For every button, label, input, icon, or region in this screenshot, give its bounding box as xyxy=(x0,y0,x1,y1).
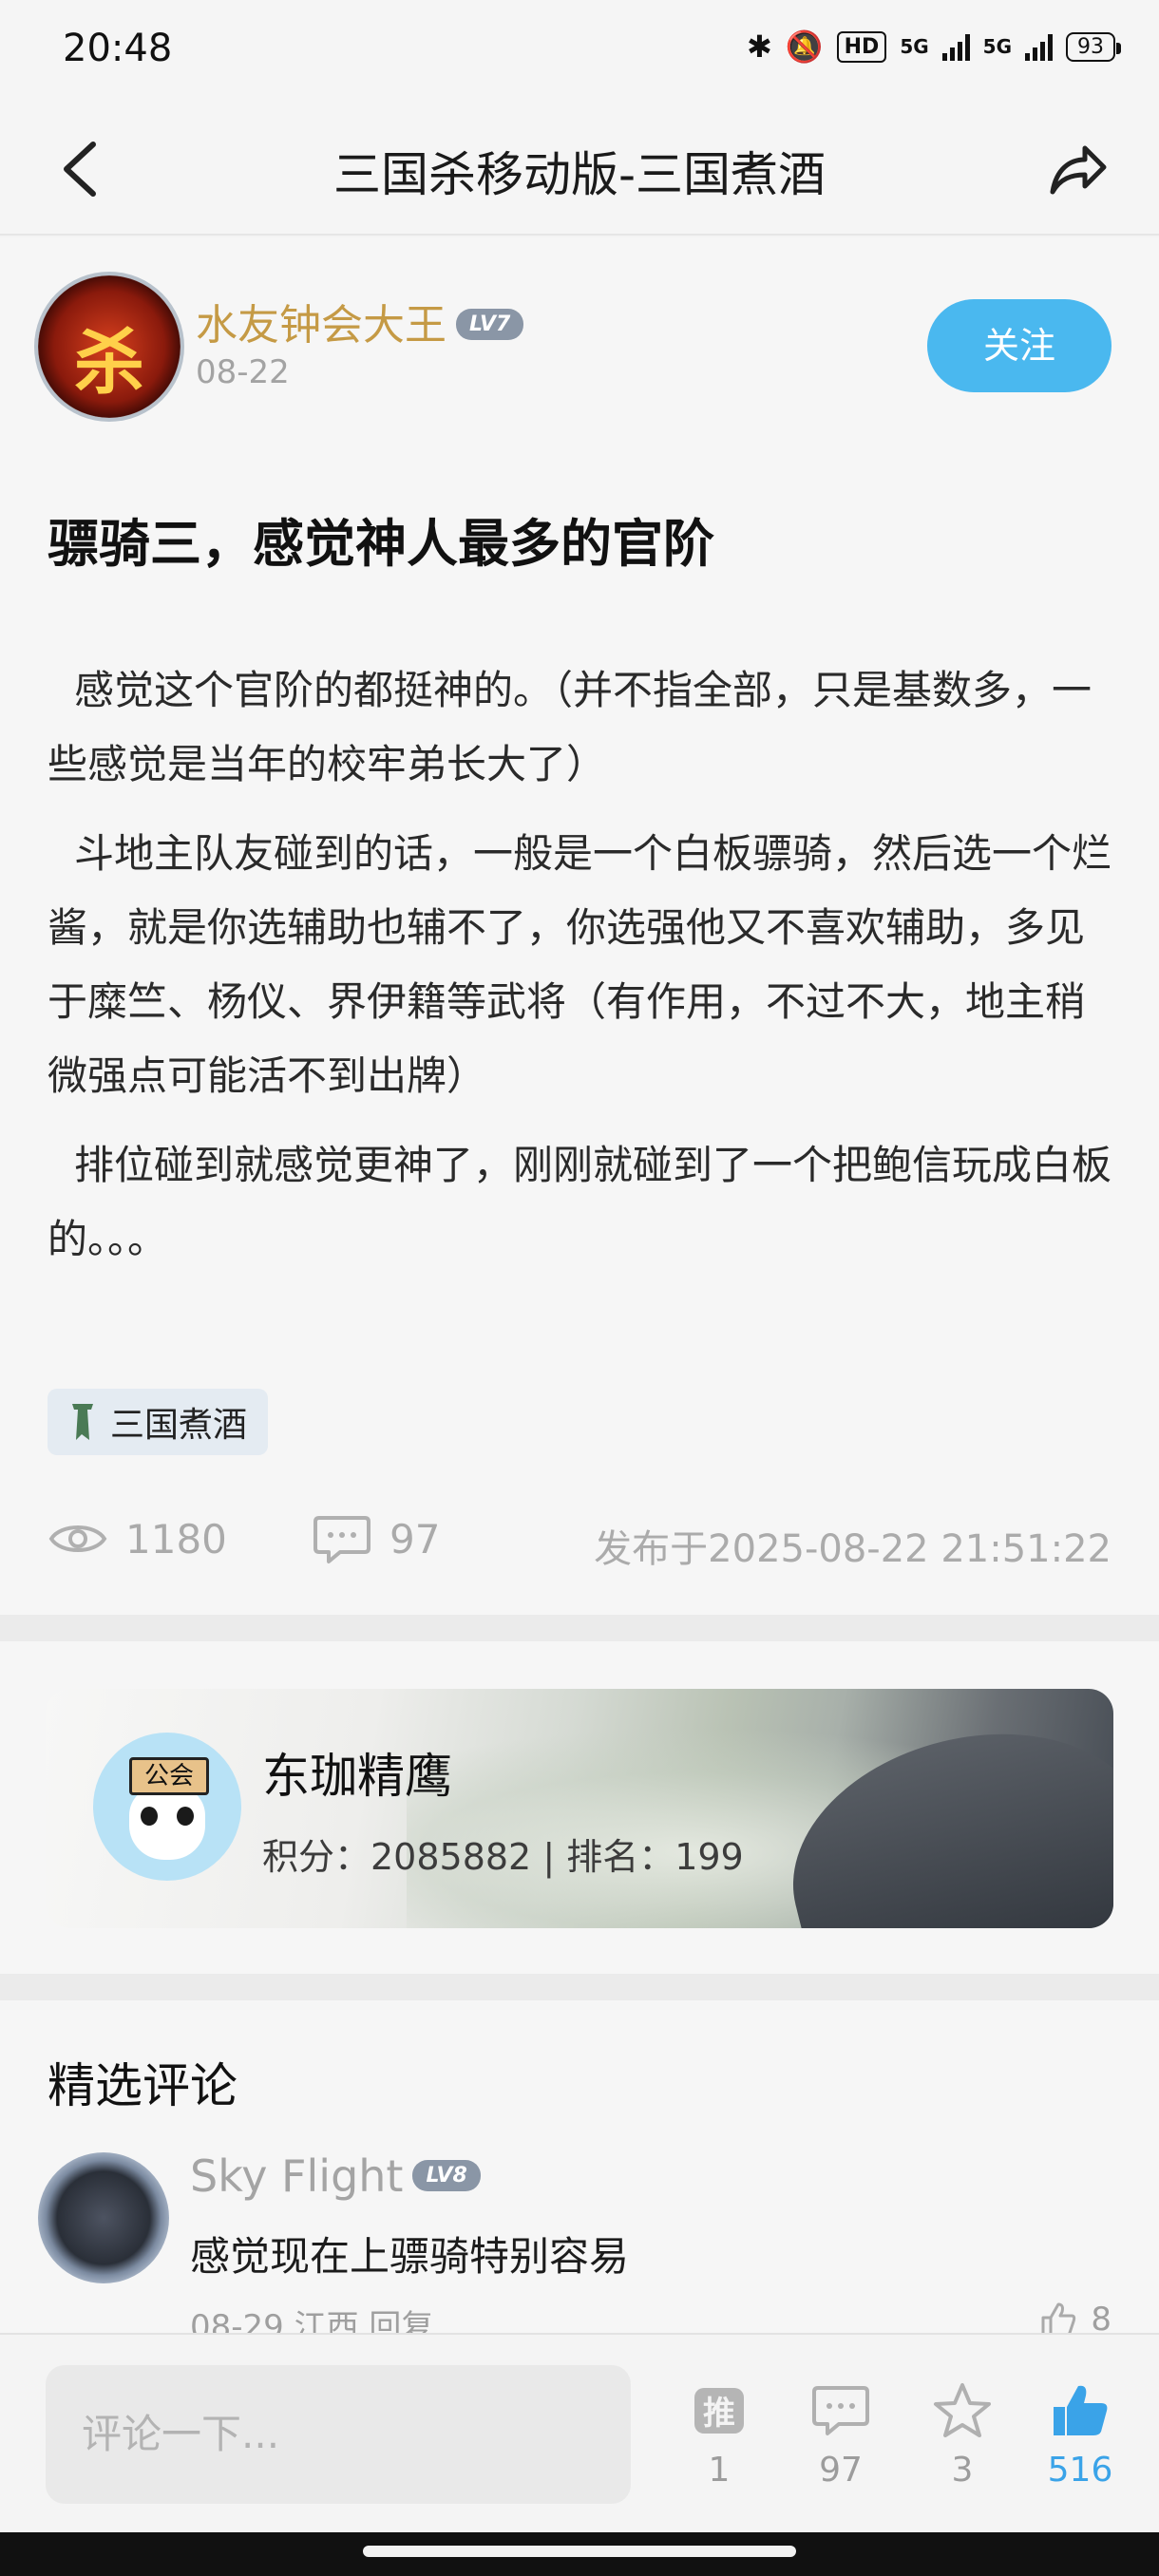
views-stat: 1180 xyxy=(48,1510,227,1567)
publish-time: 发布于2025-08-22 21:51:22 xyxy=(594,1527,1112,1571)
comment-meta[interactable]: 08-29 江西 回复 xyxy=(190,2301,433,2333)
favorite-count: 3 xyxy=(951,2451,974,2490)
featured-comments: 精选评论 Sky Flight LV8 感觉现在上骠骑特别容易 08-29 江西 … xyxy=(0,2000,1159,2333)
top-nav-bar: 三国杀移动版-三国煮酒 xyxy=(0,104,1159,236)
recommend-count: 1 xyxy=(708,2451,731,2490)
comment-icon xyxy=(812,2386,869,2435)
comments-stat[interactable]: 97 xyxy=(312,1510,440,1567)
comment-like-count: 8 xyxy=(1091,2301,1112,2333)
comment-input[interactable]: 评论一下... xyxy=(46,2365,631,2504)
follow-button[interactable]: 关注 xyxy=(927,299,1112,392)
page-title: 三国杀移动版-三国煮酒 xyxy=(332,147,826,202)
star-icon xyxy=(934,2383,991,2437)
comments-count: 97 xyxy=(390,1515,441,1563)
status-bar: 20:48 ✱ 🔕 HD 5G 5G 93 xyxy=(0,0,1159,104)
system-nav-bar xyxy=(0,2532,1159,2576)
comment-text: 感觉现在上骠骑特别容易 xyxy=(190,2233,630,2280)
eye-icon xyxy=(48,1525,107,1552)
level-badge: LV8 xyxy=(412,2160,481,2191)
post-body: 感觉这个官阶的都挺神的。（并不指全部，只是基数多，一些感觉是当年的校牢弟长大了）… xyxy=(48,653,1121,1292)
share-icon xyxy=(1050,145,1107,195)
mute-bell-icon: 🔕 xyxy=(785,28,824,65)
signal-bars-icon xyxy=(1025,32,1053,61)
comment-button[interactable]: 97 xyxy=(788,2380,893,2490)
guild-score: 积分：2085882 | 排名：199 xyxy=(262,1836,744,1878)
author-name-text: 水友钟会大王 xyxy=(196,301,446,350)
post-paragraph: 斗地主队友碰到的话，一般是一个白板骠骑，然后选一个烂酱，就是你选辅助也辅不了，你… xyxy=(48,830,1112,1099)
comment-like-button[interactable]: 8 xyxy=(1039,2301,1112,2333)
avatar-glyph: 杀 xyxy=(74,322,144,404)
share-button[interactable] xyxy=(1043,137,1110,203)
post-title: 骠骑三，感觉神人最多的官阶 xyxy=(48,514,714,574)
comment-icon xyxy=(314,1516,370,1563)
like-button[interactable]: 516 xyxy=(1028,2380,1132,2490)
signal-label-1: 5G xyxy=(900,35,929,58)
post-card: 杀 水友钟会大王 LV7 08-22 关注 骠骑三，感觉神人最多的官阶 感觉这个官… xyxy=(0,237,1159,1615)
recommend-icon: 推 xyxy=(694,2388,744,2434)
views-count: 1180 xyxy=(125,1515,227,1563)
commenter-avatar[interactable] xyxy=(38,2152,169,2283)
recommend-button[interactable]: 推 1 xyxy=(667,2380,771,2490)
guild-card[interactable]: 公会 东珈精鹰 积分：2085882 | 排名：199 xyxy=(46,1689,1113,1928)
comment-count: 97 xyxy=(819,2451,863,2490)
home-indicator[interactable] xyxy=(363,2546,796,2557)
commenter-name-text: Sky Flight xyxy=(190,2150,404,2202)
author-avatar[interactable]: 杀 xyxy=(38,275,180,418)
topic-tag-icon xyxy=(72,1404,93,1440)
guild-section: 公会 东珈精鹰 积分：2085882 | 排名：199 xyxy=(0,1641,1159,1974)
battery-icon: 93 xyxy=(1066,31,1121,62)
guild-name: 东珈精鹰 xyxy=(262,1749,452,1804)
post-stats: 1180 97 发布于2025-08-22 21:51:22 xyxy=(48,1501,1112,1577)
post-date: 08-22 xyxy=(196,353,290,391)
status-icons: ✱ 🔕 HD 5G 5G 93 xyxy=(746,28,1121,65)
bluetooth-icon: ✱ xyxy=(746,28,772,65)
topic-tag[interactable]: 三国煮酒 xyxy=(48,1389,269,1455)
comments-title: 精选评论 xyxy=(48,2058,238,2113)
section-divider xyxy=(0,1615,1159,1641)
guild-sign: 公会 xyxy=(129,1757,209,1795)
level-badge: LV7 xyxy=(456,308,524,340)
section-divider xyxy=(0,1974,1159,2000)
status-time: 20:48 xyxy=(63,27,173,70)
post-paragraph: 感觉这个官阶的都挺神的。（并不指全部，只是基数多，一些感觉是当年的校牢弟长大了） xyxy=(48,667,1092,787)
hd-icon: HD xyxy=(836,30,887,63)
thumbs-up-icon xyxy=(1041,2302,1076,2333)
signal-bars-icon xyxy=(941,32,970,61)
topic-tag-label: 三国煮酒 xyxy=(110,1406,248,1445)
commenter-name[interactable]: Sky Flight LV8 xyxy=(190,2150,481,2202)
like-count: 516 xyxy=(1047,2451,1113,2490)
panda-eyes xyxy=(141,1807,194,1826)
thumbs-up-icon xyxy=(1054,2385,1108,2435)
post-paragraph: 排位碰到就感觉更神了，刚刚就碰到了一个把鲍信玩成白板的。。。 xyxy=(48,1142,1112,1262)
svg-text:推: 推 xyxy=(703,2395,735,2433)
signal-label-2: 5G xyxy=(982,35,1012,58)
author-name[interactable]: 水友钟会大王 LV7 xyxy=(196,291,524,351)
guild-avatar: 公会 xyxy=(93,1733,241,1881)
bottom-action-bar: 评论一下... 推 1 97 3 516 xyxy=(0,2333,1159,2532)
favorite-button[interactable]: 3 xyxy=(910,2380,1015,2490)
